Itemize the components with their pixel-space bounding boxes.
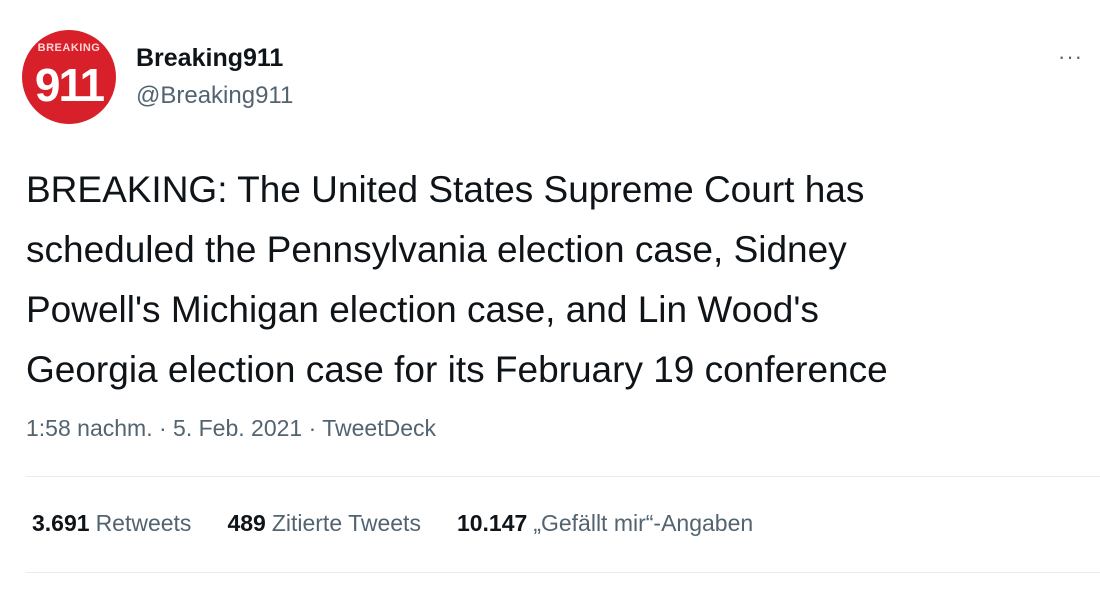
retweets-stat[interactable]: 3.691 Retweets: [32, 510, 191, 537]
meta-separator: ·: [152, 415, 174, 441]
quote-tweets-count: 489: [227, 510, 266, 536]
avatar[interactable]: BREAKING 911: [22, 30, 116, 124]
likes-stat[interactable]: 10.147 „Gefällt mir“-Angaben: [457, 510, 753, 537]
likes-count: 10.147: [456, 510, 528, 536]
meta-separator: ·: [302, 415, 323, 441]
tweet-date[interactable]: 5. Feb. 2021: [173, 415, 302, 441]
divider: [26, 572, 1100, 573]
likes-label: „Gefällt mir“-Angaben: [533, 510, 754, 536]
divider: [26, 476, 1100, 477]
avatar-ribbon-text: BREAKING: [37, 42, 101, 54]
retweets-label: Retweets: [95, 510, 192, 536]
author-handle[interactable]: @Breaking911: [136, 82, 293, 110]
avatar-number-text: 911: [34, 59, 105, 111]
quote-tweets-stat[interactable]: 489 Zitierte Tweets: [227, 510, 421, 537]
tweet-source-link[interactable]: TweetDeck: [322, 415, 436, 441]
tweet-card: BREAKING 911 Breaking911 @Breaking911 ··…: [0, 0, 1100, 602]
more-options-icon[interactable]: ···: [1058, 44, 1083, 70]
tweet-meta: 1:58 nachm. · 5. Feb. 2021 · TweetDeck: [26, 415, 436, 442]
retweets-count: 3.691: [32, 510, 90, 536]
tweet-time[interactable]: 1:58 nachm.: [26, 415, 153, 441]
engagement-stats: 3.691 Retweets 489 Zitierte Tweets 10.147 „…: [32, 510, 753, 537]
tweet-text: BREAKING: The United States Supreme Cour…: [26, 169, 888, 390]
author-display-name[interactable]: Breaking911: [136, 44, 283, 73]
quote-tweets-label: Zitierte Tweets: [271, 510, 421, 536]
